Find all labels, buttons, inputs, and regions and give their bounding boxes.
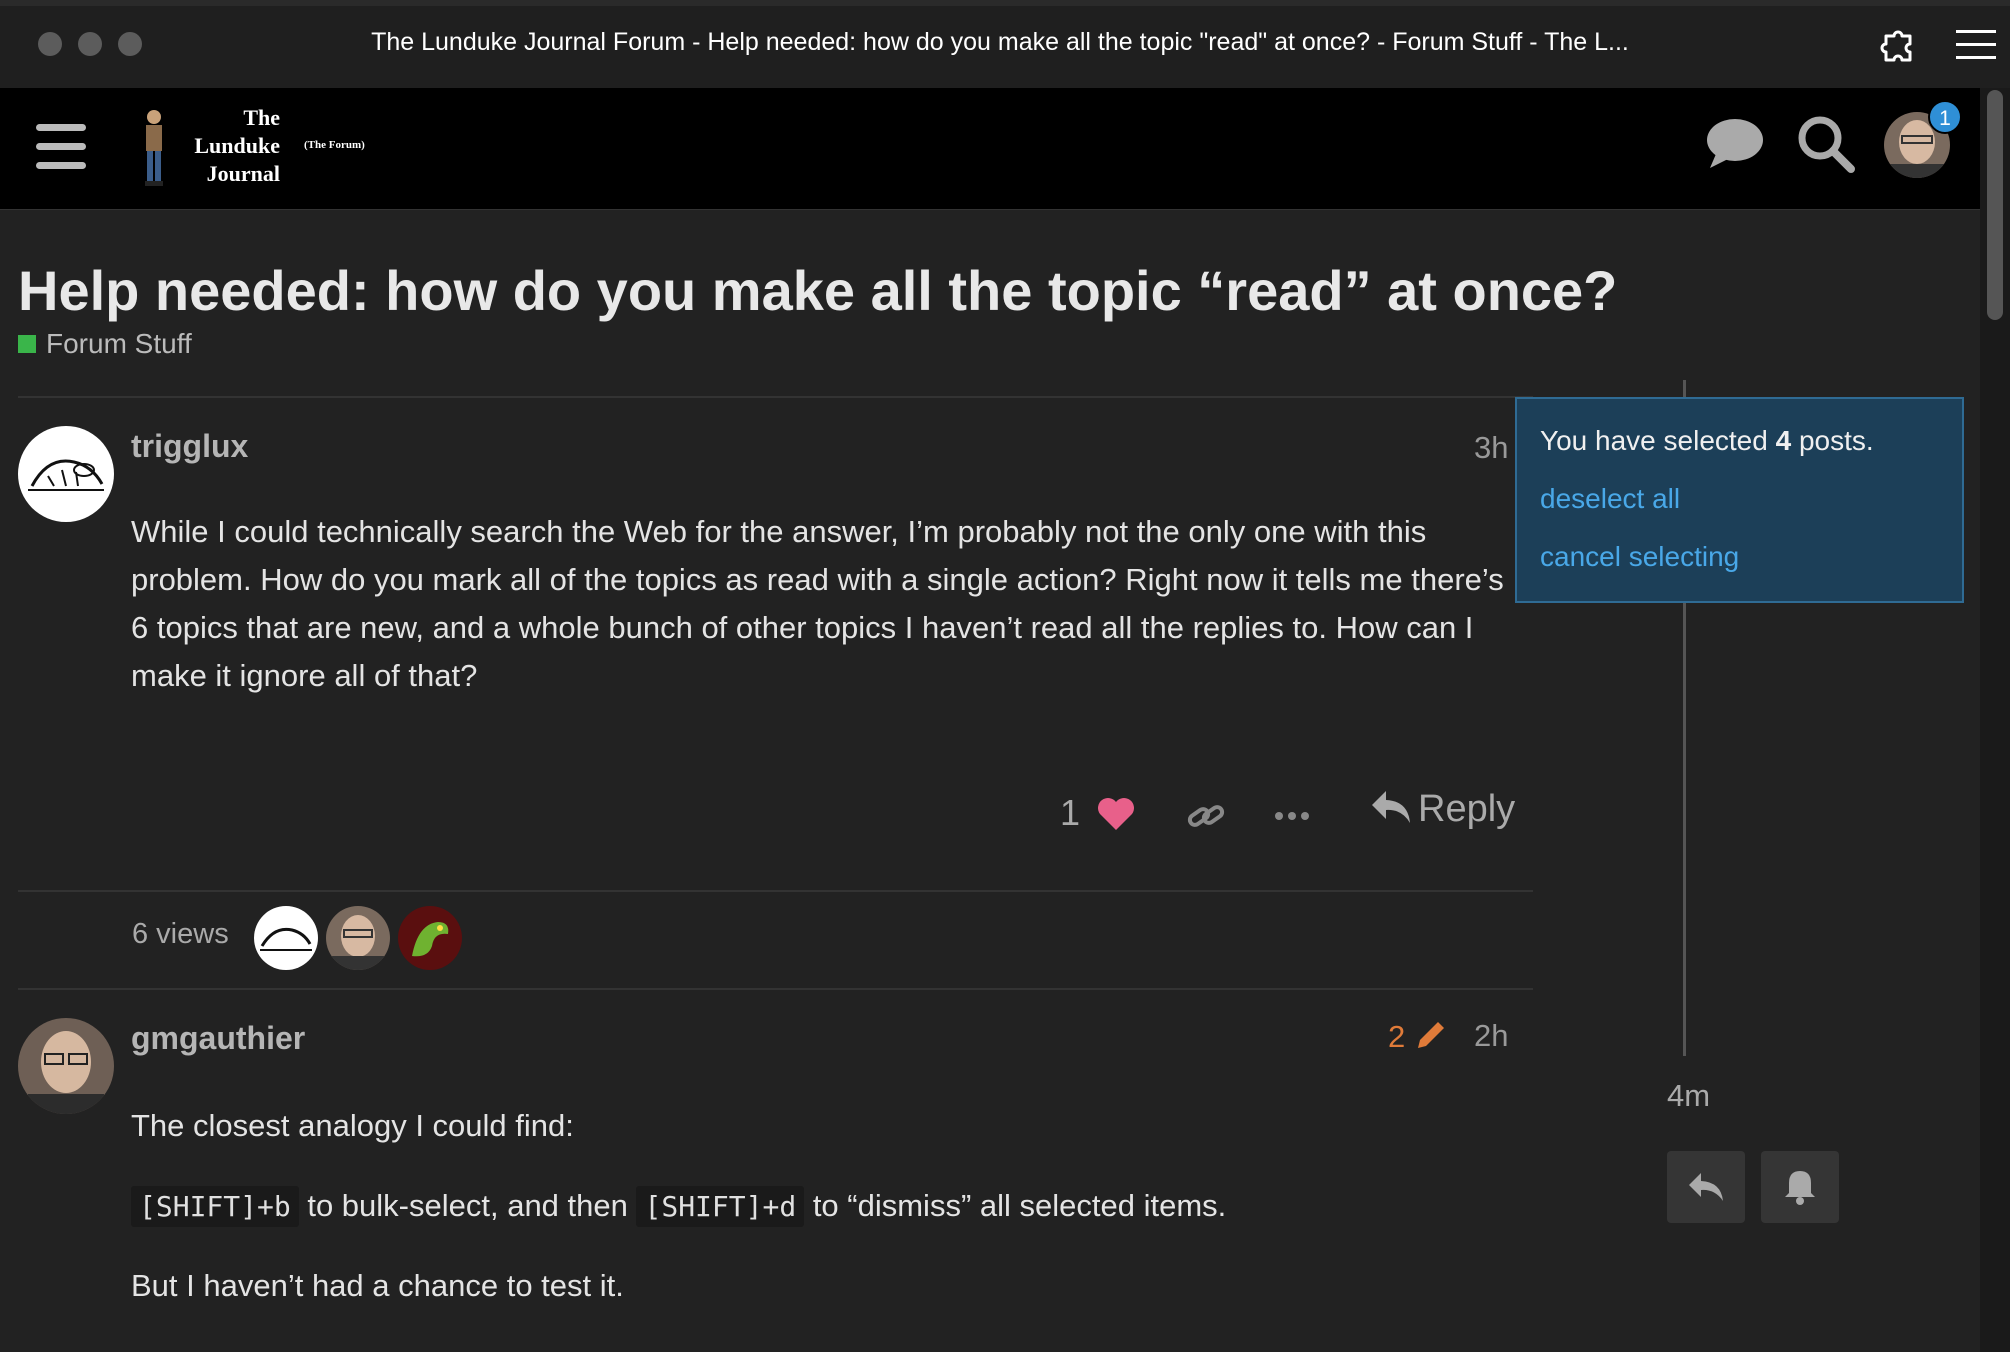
- titlebar-strip: [0, 0, 2010, 6]
- post-text: to “dismiss” all selected items.: [804, 1188, 1227, 1223]
- topic-category[interactable]: Forum Stuff: [18, 328, 192, 360]
- category-label: Forum Stuff: [46, 328, 192, 359]
- timeline-end-time[interactable]: 4m: [1667, 1078, 1710, 1114]
- logo-line-1: The: [243, 105, 280, 130]
- reply-label: Reply: [1418, 788, 1516, 830]
- post-time[interactable]: 3h: [1474, 430, 1508, 466]
- selection-prefix: You have selected: [1540, 425, 1776, 456]
- category-color-swatch: [18, 335, 36, 353]
- selected-posts-summary: You have selected 4 posts.: [1540, 425, 1874, 457]
- window-close-button[interactable]: [38, 32, 62, 56]
- post-divider: [18, 890, 1533, 892]
- deselect-all-link[interactable]: deselect all: [1540, 483, 1680, 515]
- window-zoom-button[interactable]: [118, 32, 142, 56]
- page-scrollbar[interactable]: [1980, 88, 2010, 1352]
- bell-icon: [1785, 1171, 1815, 1205]
- timeline-notification-button[interactable]: [1761, 1151, 1839, 1223]
- window-titlebar: The Lunduke Journal Forum - Help needed:…: [0, 0, 2010, 88]
- extension-puzzle-icon[interactable]: [1878, 24, 1918, 64]
- scrollbar-thumb[interactable]: [1987, 90, 2003, 320]
- post-time[interactable]: 2h: [1474, 1018, 1508, 1054]
- chat-bubble-icon[interactable]: [1704, 116, 1766, 172]
- post-paragraph: [SHIFT]+b to bulk-select, and then [SHIF…: [131, 1182, 1511, 1231]
- browser-menu-icon[interactable]: [1954, 24, 1998, 64]
- keyboard-shortcut: [SHIFT]+b: [131, 1186, 299, 1227]
- post-divider: [18, 988, 1533, 990]
- more-actions-icon[interactable]: [1274, 810, 1310, 822]
- window-minimize-button[interactable]: [78, 32, 102, 56]
- pencil-icon: [1417, 1022, 1444, 1048]
- edit-count: 2: [1388, 1019, 1406, 1054]
- keyboard-shortcut: [SHIFT]+d: [636, 1186, 805, 1227]
- like-count: 1: [1060, 792, 1081, 833]
- timeline-reply-button[interactable]: [1667, 1151, 1745, 1223]
- hamburger-menu-icon[interactable]: [36, 124, 86, 170]
- logo-figure-icon: [145, 110, 163, 186]
- post-username[interactable]: gmgauthier: [131, 1020, 305, 1057]
- selection-count: 4: [1775, 425, 1792, 456]
- selected-posts-panel: You have selected 4 posts. deselect all …: [1515, 397, 1964, 603]
- copy-link-icon[interactable]: [1186, 798, 1226, 834]
- logo-subtitle: (The Forum): [304, 139, 365, 151]
- notification-badge[interactable]: 1: [1928, 100, 1962, 134]
- reply-button[interactable]: Reply: [1370, 788, 1515, 831]
- participant-avatar[interactable]: [326, 906, 390, 970]
- post-paragraph: The closest analogy I could find:: [131, 1108, 574, 1143]
- cancel-selecting-link[interactable]: cancel selecting: [1540, 541, 1739, 573]
- post-avatar[interactable]: [18, 1018, 114, 1114]
- search-icon[interactable]: [1796, 114, 1856, 174]
- site-header: The Lunduke Journal (The Forum) 1: [0, 88, 1980, 210]
- post-paragraph: But I haven’t had a chance to test it.: [131, 1268, 624, 1303]
- post-avatar[interactable]: [18, 426, 114, 522]
- site-logo[interactable]: The Lunduke Journal: [176, 104, 280, 188]
- participant-avatar[interactable]: [398, 906, 462, 970]
- selection-suffix: posts.: [1791, 425, 1874, 456]
- topic-title[interactable]: Help needed: how do you make all the top…: [18, 258, 1617, 323]
- logo-line-2: Lunduke: [194, 133, 280, 158]
- window-title: The Lunduke Journal Forum - Help needed:…: [371, 28, 1629, 56]
- participant-avatar[interactable]: [254, 906, 318, 970]
- like-heart-icon[interactable]: [1096, 796, 1136, 832]
- post-body: While I could technically search the Web…: [131, 514, 1504, 693]
- views-count: 6 views: [132, 918, 229, 950]
- logo-line-3: Journal: [206, 161, 280, 186]
- title-divider: [18, 396, 1533, 398]
- reply-arrow-icon: [1372, 791, 1410, 823]
- edit-history-button[interactable]: 2: [1388, 1018, 1448, 1055]
- post-username[interactable]: trigglux: [131, 428, 248, 465]
- post-text: to bulk-select, and then: [298, 1188, 637, 1223]
